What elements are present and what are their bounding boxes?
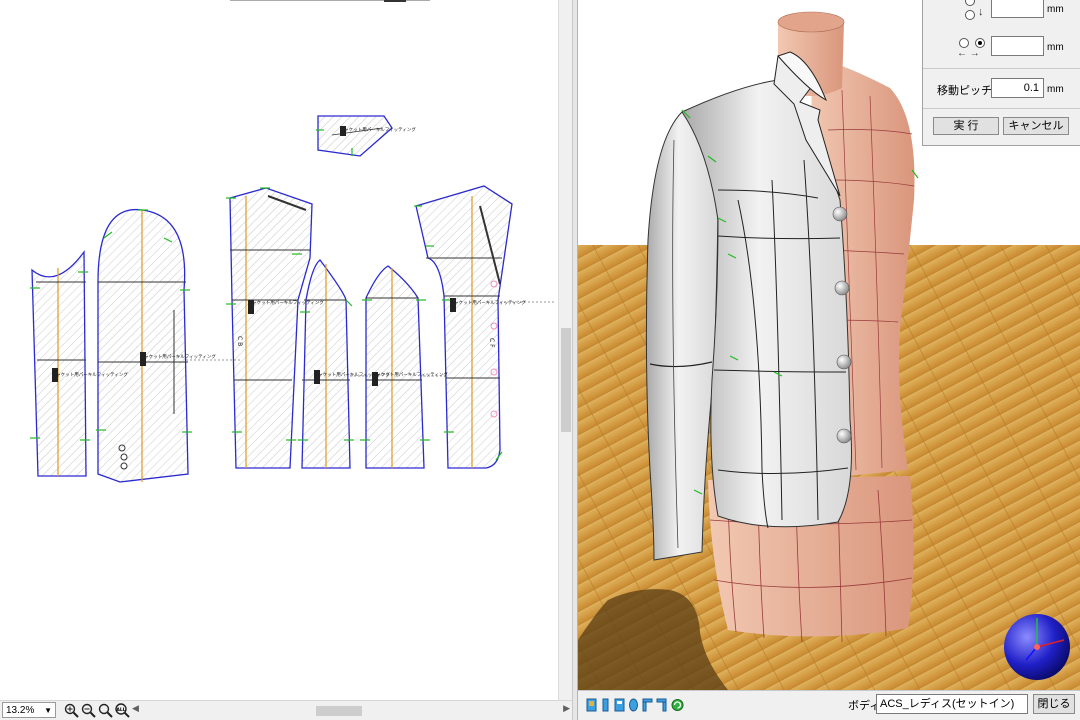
- cb-mark: C B: [236, 336, 243, 346]
- chevron-down-icon: ▼: [44, 706, 52, 715]
- radio-vertical-up[interactable]: [965, 0, 975, 6]
- cancel-button[interactable]: キャンセル: [1003, 117, 1069, 135]
- back-label: ジャケット用パーキルフィッティング: [248, 299, 324, 306]
- zoom-level-value: 13.2%: [6, 705, 35, 716]
- execute-button[interactable]: 実 行: [933, 117, 999, 135]
- back-view-icon[interactable]: [614, 698, 625, 712]
- jacket-button: [832, 206, 848, 222]
- side-front-piece[interactable]: [365, 265, 425, 469]
- left-view-icon[interactable]: [642, 698, 653, 712]
- vertical-offset-input[interactable]: [991, 0, 1044, 18]
- pitch-label: 移動ピッチ: [937, 85, 992, 97]
- horizontal-offset-input[interactable]: [991, 36, 1044, 56]
- vertical-scroll-thumb[interactable]: [561, 328, 571, 432]
- close-button[interactable]: 閉じる: [1033, 694, 1075, 714]
- zoom-all-text: ALL: [116, 707, 125, 713]
- jacket-button: [834, 280, 850, 296]
- front-view-icon[interactable]: [586, 698, 597, 712]
- undersleeve-piece[interactable]: [31, 250, 87, 477]
- pattern-canvas[interactable]: ジャケット用パーキルフィッティング ジャケット用パーキルフィッティング ジャケッ…: [0, 0, 558, 700]
- unit-label: mm: [1047, 42, 1064, 53]
- top-sleeve-label: ジャケット用パーキルフィッティング: [140, 353, 216, 360]
- refresh-icon[interactable]: [671, 698, 684, 712]
- scroll-right-icon[interactable]: ▶: [563, 704, 570, 714]
- orientation-sphere[interactable]: [1004, 614, 1070, 680]
- unit-label: mm: [1047, 4, 1064, 15]
- pattern-vertical-scrollbar[interactable]: [558, 0, 573, 700]
- undersleeve-label: ジャケット用パーキルフィッティング: [52, 371, 128, 378]
- collar-piece[interactable]: [317, 115, 393, 157]
- unit-label: mm: [1047, 84, 1064, 95]
- side-front-label: ジャケット用パーキルフィッティング: [372, 371, 448, 378]
- cf-mark: C F: [488, 338, 495, 348]
- zoom-in-icon[interactable]: [64, 703, 79, 718]
- horizontal-arrows-icon: ← →: [957, 48, 980, 59]
- radio-horizontal-right[interactable]: [975, 38, 985, 48]
- rotate-view-icon[interactable]: [628, 698, 639, 712]
- move-dialog: ↓ mm ← → mm 移動ピッチ 0.1 mm 実 行 キャンセル: [922, 0, 1080, 146]
- top-sleeve-piece[interactable]: [97, 208, 189, 483]
- side-back-piece[interactable]: [301, 259, 351, 469]
- pattern-status-bar: 13.2% ▼ ALL ◀ ▶: [0, 700, 572, 720]
- body-name-field[interactable]: ACS_レディス(セットイン): [876, 694, 1028, 714]
- side-view-icon[interactable]: [600, 698, 611, 712]
- front-body-piece[interactable]: [415, 185, 513, 469]
- back-body-piece[interactable]: [229, 187, 313, 469]
- front-label: ジャケット用パーキルフィッティング: [450, 299, 526, 306]
- radio-vertical-down[interactable]: [965, 10, 975, 20]
- pattern-drawing[interactable]: ジャケット用パーキルフィッティング ジャケット用パーキルフィッティング ジャケッ…: [0, 0, 558, 700]
- collar-label: ジャケット用パーキルフィッティング: [340, 126, 416, 133]
- zoom-all-icon[interactable]: ALL: [115, 703, 130, 718]
- view3d-toolbar: ボディ ACS_レディス(セットイン) 閉じる: [578, 690, 1080, 720]
- jacket-button: [836, 354, 852, 370]
- zoom-fit-icon[interactable]: [98, 703, 113, 718]
- horizontal-scroll-thumb[interactable]: [316, 706, 362, 716]
- zoom-out-icon[interactable]: [81, 703, 96, 718]
- pitch-input[interactable]: 0.1: [991, 78, 1044, 98]
- down-arrow-icon: ↓: [978, 6, 984, 18]
- jacket-button: [836, 428, 852, 444]
- scroll-left-icon[interactable]: ◀: [132, 704, 139, 714]
- radio-horizontal-left[interactable]: [959, 38, 969, 48]
- right-view-icon[interactable]: [656, 698, 667, 712]
- zoom-level-select[interactable]: 13.2% ▼: [2, 702, 56, 718]
- pattern-horizontal-scrollbar[interactable]: ◀ ▶: [132, 704, 570, 718]
